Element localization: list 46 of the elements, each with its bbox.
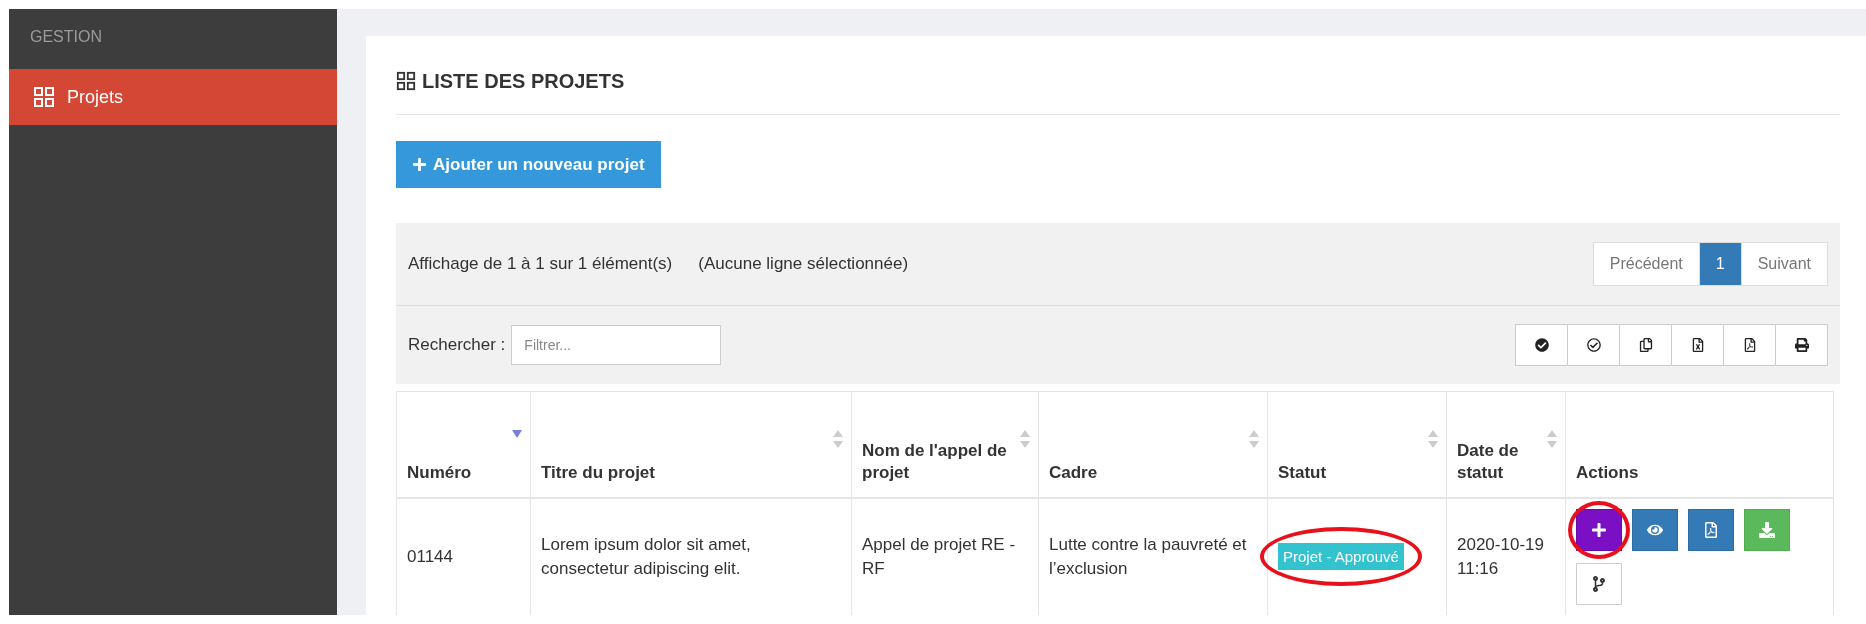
copy-icon: [1638, 338, 1653, 352]
table-cell: Lutte contre la pauvreté et l’exclusion: [1049, 534, 1247, 578]
column-header[interactable]: Actions: [1576, 462, 1805, 485]
column-header[interactable]: Statut: [1278, 462, 1418, 485]
excel-file-icon: [1690, 338, 1705, 352]
column-header[interactable]: Cadre: [1049, 462, 1239, 485]
grid-icon: [33, 86, 55, 108]
plus-icon: [412, 157, 427, 172]
download-icon: [1759, 521, 1775, 538]
view-button[interactable]: [1632, 508, 1678, 551]
table-cell: 2020-10-19 11:16: [1457, 534, 1544, 578]
sort-descending-icon[interactable]: [512, 430, 522, 438]
column-header[interactable]: Nom de l'appel de projet: [862, 440, 1010, 485]
column-header[interactable]: Date de statut: [1457, 440, 1537, 485]
print-button[interactable]: [1775, 324, 1828, 366]
grid-icon: [396, 71, 416, 91]
table-cell: 01144: [407, 546, 453, 566]
pagination-button[interactable]: 1: [1698, 242, 1742, 286]
pagination-button[interactable]: Précédent: [1592, 242, 1700, 286]
copy-button[interactable]: [1619, 324, 1672, 366]
print-icon: [1794, 338, 1809, 352]
status-badge: Projet - Approuvé: [1278, 543, 1404, 570]
table-cell: Appel de projet RE - RF: [862, 534, 1016, 578]
sidebar-item[interactable]: Projets: [9, 69, 337, 125]
pdf-button[interactable]: [1688, 508, 1734, 551]
pdf-file-icon: [1703, 521, 1719, 538]
check-circle-outline-icon: [1586, 338, 1601, 352]
column-header[interactable]: Numéro: [407, 462, 502, 485]
pagination-button[interactable]: Suivant: [1740, 242, 1828, 286]
add-button[interactable]: [1576, 508, 1622, 551]
branch-icon: [1591, 575, 1607, 592]
select-all-button[interactable]: [1515, 324, 1568, 366]
table-cell: Lorem ipsum dolor sit amet, consectetur adipiscing elit.: [541, 534, 751, 578]
plus-icon: [1591, 521, 1607, 538]
excel-button[interactable]: [1671, 324, 1724, 366]
select-none-button[interactable]: [1567, 324, 1620, 366]
selection-status: (Aucune ligne sélectionnée): [698, 254, 909, 274]
card-title: LISTE DES PROJETS: [422, 69, 625, 93]
table-summary: Affichage de 1 à 1 sur 1 élément(s): [408, 254, 673, 274]
column-header[interactable]: Titre du projet: [541, 462, 823, 485]
sidebar-section-title: GESTION: [29, 27, 103, 47]
download-button[interactable]: [1744, 508, 1790, 551]
search-label: Rechercher :: [408, 335, 506, 355]
branch-button[interactable]: [1576, 562, 1622, 605]
pdf-file-icon: [1742, 338, 1757, 352]
search-field[interactable]: Filtrer...: [511, 325, 722, 365]
